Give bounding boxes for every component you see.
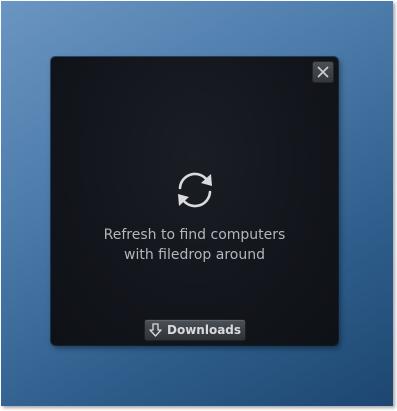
refresh-icon[interactable] [170, 165, 220, 215]
download-arrow-icon [149, 323, 162, 337]
close-button[interactable] [312, 61, 334, 83]
filedrop-panel: Refresh to find computers with filedrop … [51, 57, 338, 345]
close-icon [317, 66, 329, 78]
message-line-1: Refresh to find computers [103, 227, 286, 243]
refresh-message: Refresh to find computers with filedrop … [51, 225, 338, 265]
downloads-label: Downloads [167, 323, 242, 337]
desktop-background: Refresh to find computers with filedrop … [1, 1, 393, 406]
message-line-2: with filedrop around [124, 247, 265, 263]
downloads-button[interactable]: Downloads [144, 319, 246, 341]
